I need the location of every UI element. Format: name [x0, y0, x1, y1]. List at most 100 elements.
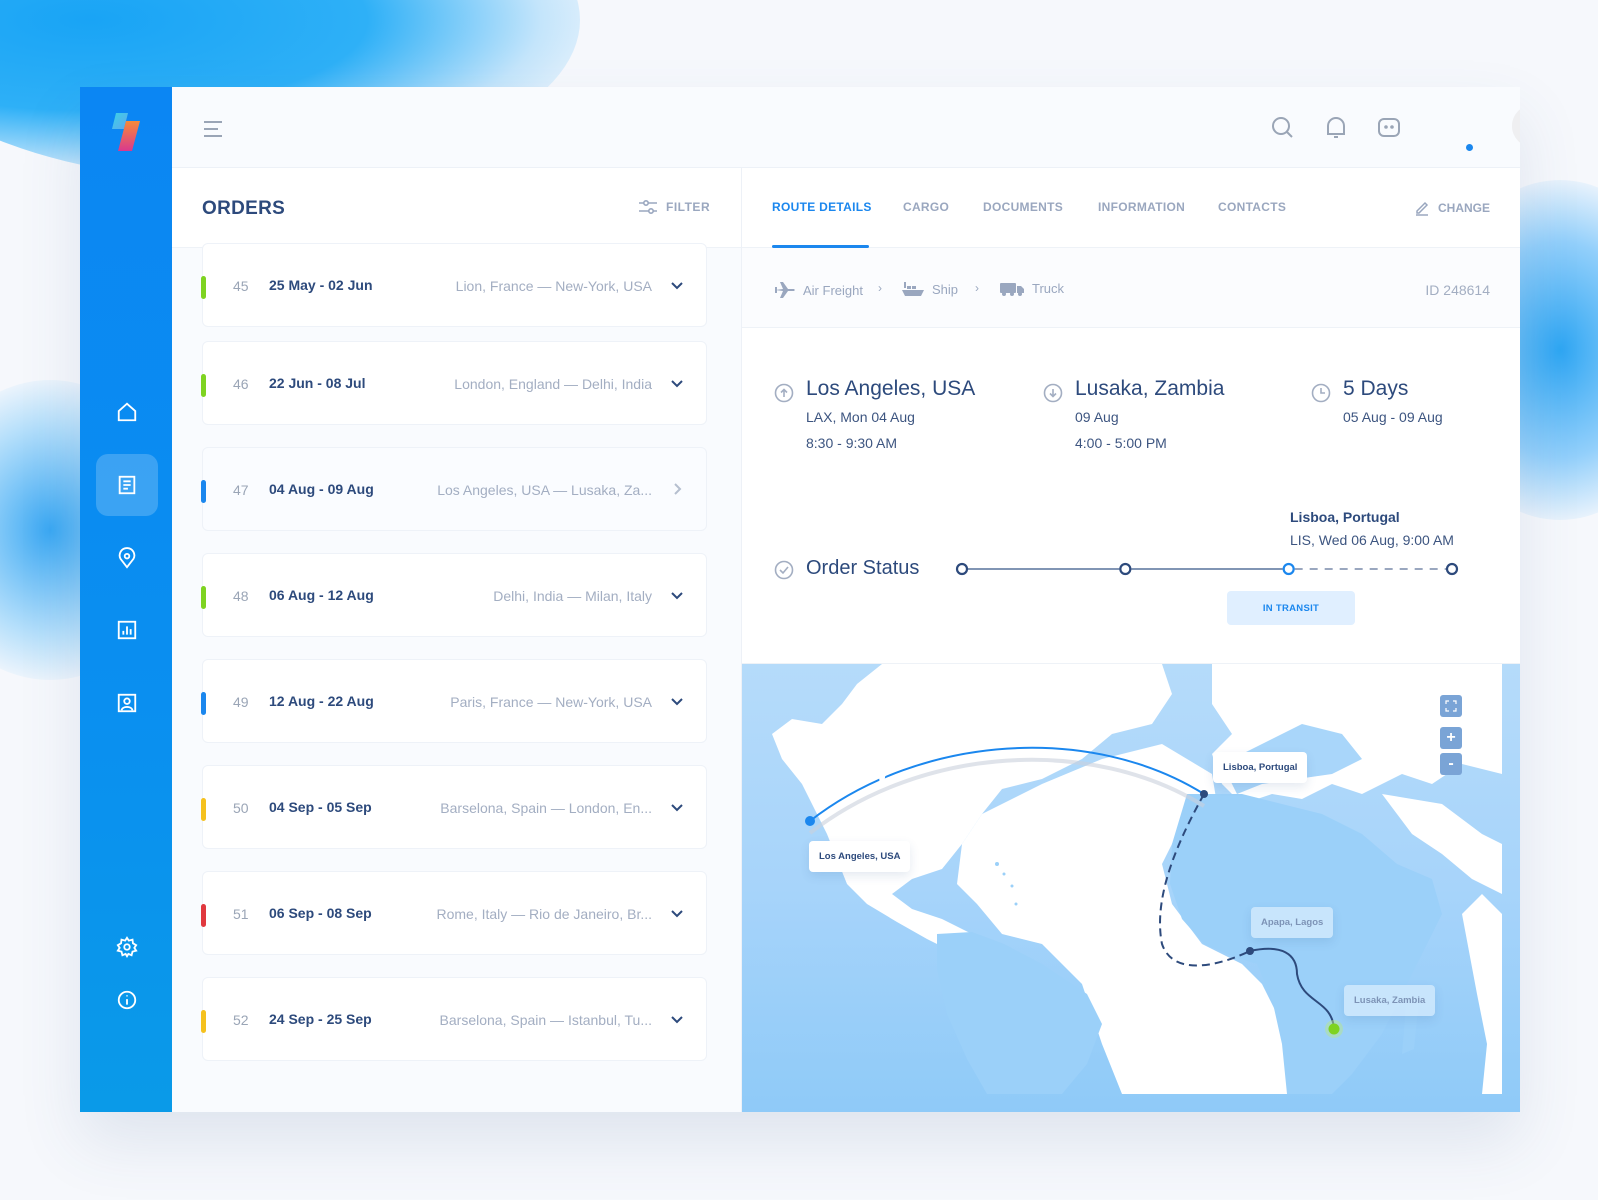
gear-icon — [116, 936, 138, 958]
zoom-out-button[interactable]: - — [1440, 753, 1462, 775]
tab-bar: ROUTE DETAILS CARGO DOCUMENTS INFORMATIO… — [742, 168, 1520, 248]
order-dates: 24 Sep - 25 Sep — [269, 1011, 372, 1027]
timeline-stop[interactable] — [1119, 562, 1132, 576]
current-stop-name: Lisboa, Portugal — [1290, 509, 1400, 525]
order-route: Paris, France — New-York, USA — [450, 694, 652, 710]
map-label-origin: Los Angeles, USA — [809, 841, 911, 872]
order-number: 50 — [233, 800, 249, 816]
chevron-right-icon: › — [975, 281, 979, 295]
order-number: 45 — [233, 278, 249, 294]
status-indicator — [201, 798, 206, 821]
transit-marker[interactable] — [1200, 790, 1208, 798]
order-dates: 06 Aug - 12 Aug — [269, 587, 374, 603]
search-icon[interactable] — [1270, 115, 1296, 141]
sidebar-item-contacts[interactable] — [96, 672, 158, 734]
fullscreen-icon — [1445, 700, 1457, 712]
mode-truck: Truck — [1000, 281, 1064, 296]
chevron-right-icon[interactable] — [670, 482, 684, 496]
order-dates: 04 Sep - 05 Sep — [269, 799, 372, 815]
app-window: ORDERS FILTER 45 25 May - 02 Jun Lion, Fra… — [80, 87, 1520, 1112]
status-timeline — [955, 562, 1459, 576]
order-dates: 22 Jun - 08 Jul — [269, 375, 366, 391]
bell-icon[interactable] — [1323, 115, 1349, 141]
sidebar — [80, 87, 172, 1112]
chevron-right-icon: › — [878, 281, 882, 295]
chevron-down-icon[interactable] — [670, 694, 684, 708]
contact-card-icon — [117, 693, 137, 713]
timeline-stop[interactable] — [1282, 562, 1295, 576]
chevron-down-icon[interactable] — [670, 588, 684, 602]
order-card[interactable]: 51 06 Sep - 08 Sep Rome, Italy — Rio de Ja… — [201, 871, 707, 955]
zoom-in-button[interactable]: + — [1440, 727, 1462, 749]
chevron-down-icon[interactable] — [670, 800, 684, 814]
status-indicator — [201, 480, 206, 503]
details-panel: ROUTE DETAILS CARGO DOCUMENTS INFORMATIO… — [742, 168, 1520, 1112]
tab-information[interactable]: INFORMATION — [1098, 200, 1185, 214]
order-number: 46 — [233, 376, 249, 392]
world-map — [772, 664, 1502, 1094]
orders-panel: ORDERS FILTER 45 25 May - 02 Jun Lion, Fra… — [172, 168, 825, 1112]
fullscreen-button[interactable] — [1440, 695, 1462, 717]
sidebar-item-orders[interactable] — [96, 454, 158, 516]
order-card[interactable]: 52 24 Sep - 25 Sep Barselona, Spain — Ista… — [201, 977, 707, 1061]
tab-contacts[interactable]: CONTACTS — [1218, 200, 1286, 214]
order-id: ID 248614 — [1425, 282, 1490, 298]
order-card[interactable]: 46 22 Jun - 08 Jul London, England — Delhi… — [201, 341, 707, 425]
tab-route-details[interactable]: ROUTE DETAILS — [772, 200, 872, 214]
logo-icon[interactable] — [110, 113, 144, 153]
chevron-down-icon[interactable] — [670, 1012, 684, 1026]
order-route: Barselona, Spain — Istanbul, Tu... — [439, 1012, 652, 1028]
order-card[interactable]: 45 25 May - 02 Jun Lion, France — New-York… — [201, 243, 707, 327]
port-marker[interactable] — [1246, 947, 1254, 955]
status-indicator — [201, 904, 206, 927]
sidebar-item-locations[interactable] — [96, 527, 158, 589]
order-card[interactable]: 50 04 Sep - 05 Sep Barselona, Spain — Lond… — [201, 765, 707, 849]
route-map[interactable]: Los Angeles, USA Lisboa, Portugal Apapa,… — [742, 663, 1520, 1112]
order-number: 52 — [233, 1012, 249, 1028]
tab-cargo[interactable]: CARGO — [903, 200, 949, 214]
order-card[interactable]: 47 04 Aug - 09 Aug Los Angeles, USA — Lusa… — [201, 447, 707, 531]
order-dates: 25 May - 02 Jun — [269, 277, 373, 293]
avatar[interactable] — [1512, 105, 1520, 147]
sidebar-item-info[interactable] — [96, 969, 158, 1031]
tab-documents[interactable]: DOCUMENTS — [983, 200, 1063, 214]
current-stop-detail: LIS, Wed 06 Aug, 9:00 AM — [1290, 532, 1454, 548]
order-card[interactable]: 48 06 Aug - 12 Aug Delhi, India — Milan, I… — [201, 553, 707, 637]
order-number: 49 — [233, 694, 249, 710]
destination-marker[interactable] — [1328, 1023, 1340, 1035]
change-button[interactable]: CHANGE — [1414, 200, 1490, 216]
chevron-down-icon[interactable] — [670, 906, 684, 920]
order-route: Lion, France — New-York, USA — [455, 278, 652, 294]
order-card[interactable]: 49 12 Aug - 22 Aug Paris, France — New-Yor… — [201, 659, 707, 743]
order-status-label: Order Status — [806, 557, 920, 579]
chat-icon[interactable] — [1376, 115, 1402, 141]
timeline-stop[interactable] — [1445, 562, 1459, 576]
status-badge: IN TRANSIT — [1227, 591, 1355, 625]
orders-title: ORDERS — [202, 198, 286, 219]
check-circle-icon — [774, 560, 794, 580]
chevron-down-icon[interactable] — [670, 278, 684, 292]
sidebar-item-reports[interactable] — [96, 599, 158, 661]
menu-icon[interactable] — [202, 120, 224, 138]
user-photo-icon — [1512, 105, 1520, 147]
mode-ship: Ship — [902, 281, 958, 297]
order-route: Barselona, Spain — London, En... — [440, 800, 652, 816]
info-icon — [117, 990, 137, 1010]
chevron-down-icon[interactable] — [670, 376, 684, 390]
mode-air-freight: Air Freight — [775, 281, 863, 299]
origin-marker[interactable] — [805, 816, 815, 826]
status-indicator — [201, 374, 206, 397]
sliders-icon — [639, 199, 657, 215]
ship-icon — [902, 282, 924, 296]
departure-icon — [774, 383, 794, 403]
order-number: 47 — [233, 482, 249, 498]
sidebar-item-home[interactable] — [96, 381, 158, 443]
status-indicator — [201, 276, 206, 299]
arrival-icon — [1043, 383, 1063, 403]
home-icon — [117, 402, 137, 422]
filter-button[interactable]: FILTER — [638, 199, 710, 215]
order-dates: 06 Sep - 08 Sep — [269, 905, 372, 921]
order-dates: 12 Aug - 22 Aug — [269, 693, 374, 709]
status-indicator — [201, 1010, 206, 1033]
timeline-stop[interactable] — [955, 562, 969, 576]
